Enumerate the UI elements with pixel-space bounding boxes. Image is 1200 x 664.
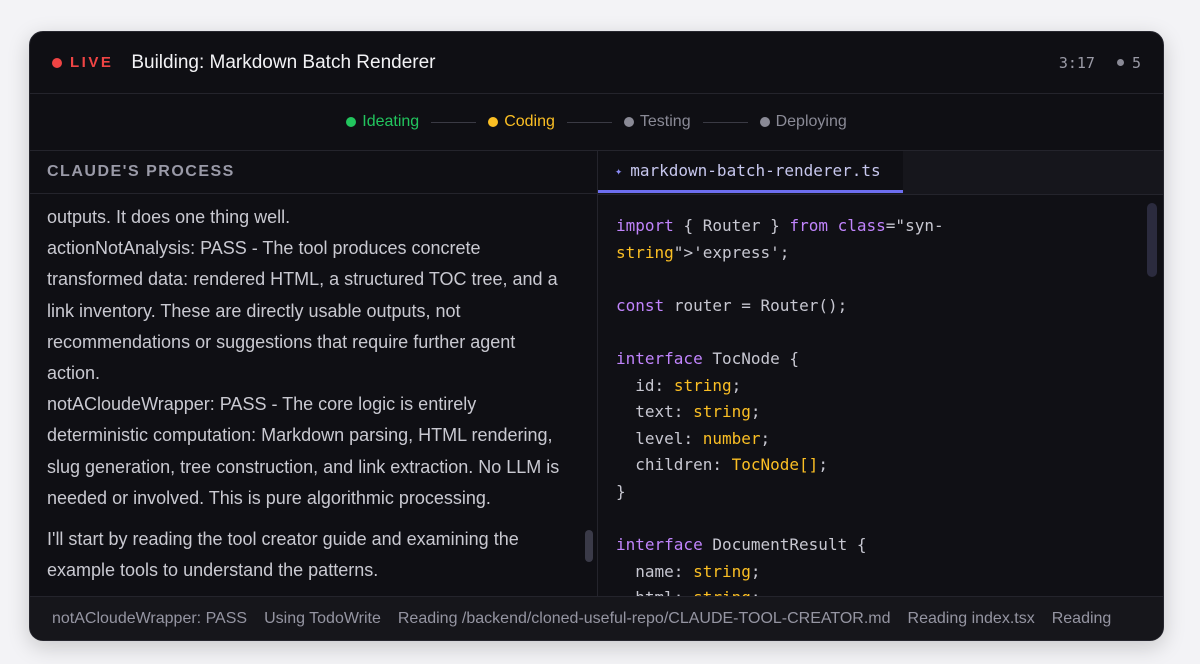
file-tab[interactable]: ✦ markdown-batch-renderer.ts xyxy=(598,151,903,193)
header-bar: LIVE Building: Markdown Batch Renderer 3… xyxy=(30,32,1163,94)
live-dot-icon xyxy=(52,57,62,68)
stage-label: Testing xyxy=(639,113,691,130)
stage-progress: Ideating Coding Testing Deploying xyxy=(30,94,1163,151)
process-panel[interactable]: CLAUDE'S PROCESS outputs. It does one th… xyxy=(30,151,598,598)
code-line: import { Router } from class="syn- xyxy=(616,216,944,235)
activity-item: Reading /backend/cloned-useful-repo/CLAU… xyxy=(397,609,891,627)
stage-label: Ideating xyxy=(362,113,420,130)
header-stats: 3:17 5 xyxy=(1059,54,1141,72)
code-line: text: string; xyxy=(635,402,761,422)
activity-item: Reading xyxy=(1051,609,1112,627)
stage-status-dot-icon xyxy=(346,117,357,127)
stage-label: Deploying xyxy=(775,113,847,130)
code-line: string">'express'; xyxy=(616,242,790,262)
stage-status-dot-icon xyxy=(623,117,634,127)
process-paragraph: notACloudeWrapper: PASS - The core logic… xyxy=(47,394,560,508)
stage-testing: Testing xyxy=(623,113,691,131)
builder-window: LIVE Building: Markdown Batch Renderer 3… xyxy=(29,31,1164,641)
process-paragraph: actionNotAnalysis: PASS - The tool produ… xyxy=(47,238,558,384)
elapsed-timer: 3:17 xyxy=(1058,53,1095,72)
stage-connector xyxy=(566,121,612,123)
code-line: name: string; xyxy=(635,561,761,581)
code-line: id: string; xyxy=(635,375,742,395)
process-panel-title: CLAUDE'S PROCESS xyxy=(30,151,597,194)
file-tab-label: markdown-batch-renderer.ts xyxy=(630,161,881,180)
process-paragraph: outputs. It does one thing well. xyxy=(47,207,291,227)
stage-connector xyxy=(702,121,748,123)
stage-ideating: Ideating xyxy=(346,113,419,131)
viewer-count: 5 xyxy=(1131,53,1141,72)
code-scrollbar[interactable] xyxy=(1147,203,1157,277)
stage-label: Coding xyxy=(504,113,555,130)
stage-deploying: Deploying xyxy=(759,113,847,131)
live-label: LIVE xyxy=(70,54,114,71)
code-panel[interactable]: ✦ markdown-batch-renderer.ts import { Ro… xyxy=(598,151,1163,598)
stage-connector xyxy=(431,121,477,123)
viewer-dot-icon xyxy=(1116,59,1124,66)
live-indicator: LIVE xyxy=(52,54,113,71)
code-line: interface DocumentResult { xyxy=(616,535,867,555)
stage-status-dot-icon xyxy=(759,117,770,127)
process-log: outputs. It does one thing well. actionN… xyxy=(30,194,597,586)
code-line: } xyxy=(616,481,626,501)
code-line: children: TocNode[]; xyxy=(635,455,828,475)
activity-item: Reading index.tsx xyxy=(907,609,1035,627)
process-scrollbar[interactable] xyxy=(585,530,593,562)
editor-tabbar: ✦ markdown-batch-renderer.ts xyxy=(598,151,1163,195)
activity-ticker: notACloudeWrapper: PASS Using TodoWrite … xyxy=(30,596,1163,640)
activity-item: notACloudeWrapper: PASS xyxy=(52,609,248,627)
code-line: const router = Router(); xyxy=(616,295,848,315)
code-view: import { Router } from class="syn-string… xyxy=(598,195,1163,598)
activity-item: Using TodoWrite xyxy=(264,609,381,627)
code-line: level: number; xyxy=(635,428,771,448)
build-title: Building: Markdown Batch Renderer xyxy=(131,51,436,73)
code-line: interface TocNode { xyxy=(616,348,800,368)
stage-status-dot-icon xyxy=(488,117,499,127)
process-paragraph: I'll start by reading the tool creator g… xyxy=(47,529,519,581)
stage-coding: Coding xyxy=(488,113,555,131)
sparkle-icon: ✦ xyxy=(615,163,623,178)
